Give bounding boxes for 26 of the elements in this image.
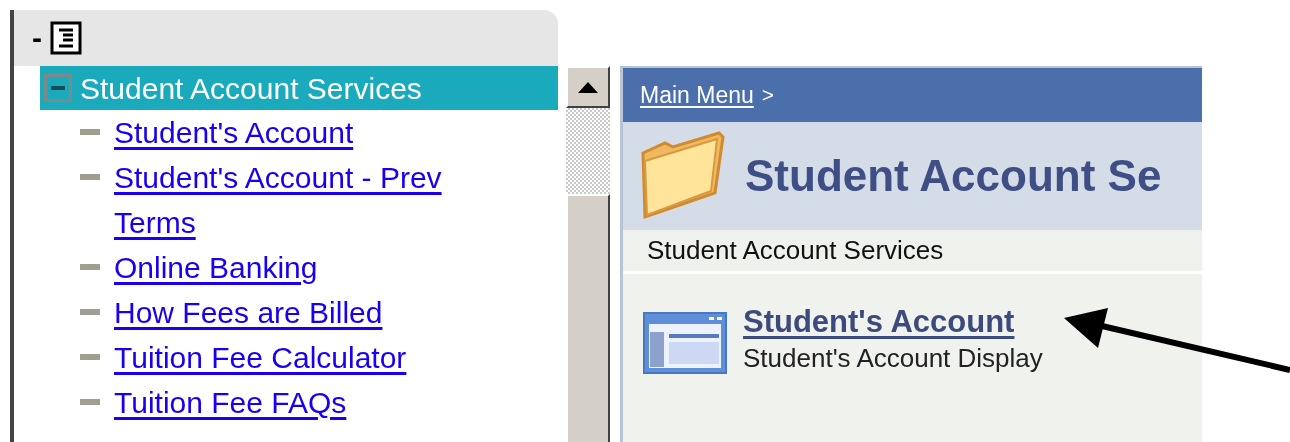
window-icon — [643, 312, 727, 374]
dash-icon — [80, 129, 100, 135]
dash-icon — [80, 264, 100, 270]
menu-link[interactable]: Online Banking — [114, 245, 514, 290]
dash-icon — [80, 174, 100, 180]
menu-link[interactable]: Student's Account — [114, 110, 514, 155]
breadcrumb-separator: > — [761, 82, 775, 109]
menu-link[interactable]: Student's Account - Prev Terms — [114, 155, 514, 245]
collapse-button[interactable]: - — [32, 23, 42, 53]
page-title: Student Account Se — [745, 150, 1162, 202]
menu-link[interactable]: Tuition Fee FAQs — [114, 380, 514, 425]
folder-icon — [639, 131, 725, 221]
dash-icon — [80, 354, 100, 360]
collapse-icon[interactable] — [44, 74, 72, 102]
scroll-up-button[interactable] — [566, 66, 610, 108]
scroll-thumb[interactable] — [566, 194, 610, 442]
item-description: Student's Account Display — [743, 342, 1043, 374]
up-arrow-icon — [578, 81, 598, 93]
item-link[interactable]: Student's Account — [743, 302, 1015, 342]
dash-icon — [80, 399, 100, 405]
breadcrumb-link[interactable]: Main Menu — [640, 77, 754, 113]
dash-icon — [80, 309, 100, 315]
menu-icon[interactable] — [50, 21, 82, 55]
section-heading: Student Account Services — [647, 234, 944, 267]
menu-link[interactable]: Tuition Fee Calculator — [114, 335, 514, 380]
menu-link[interactable]: How Fees are Billed — [114, 290, 514, 335]
